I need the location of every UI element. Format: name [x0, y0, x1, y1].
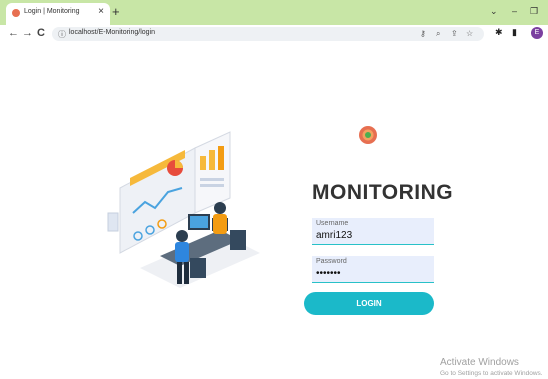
activate-windows-watermark: Activate Windows Go to Settings to activ… — [440, 357, 543, 377]
monitoring-illustration-icon — [107, 131, 260, 288]
tab-title: Login | Monitoring — [24, 8, 80, 15]
page-title: MONITORING — [312, 181, 454, 204]
app-logo-icon — [359, 126, 377, 144]
info-icon: ⓘ — [58, 30, 66, 39]
nav-bar: ← → C ⓘ localhost/E-Monitoring/login ⚷ ⌕… — [0, 25, 548, 43]
password-field[interactable]: Password ••••••• — [312, 256, 434, 283]
bookmark-star-icon[interactable]: ☆ — [466, 29, 473, 38]
minimize-button[interactable]: – — [512, 6, 517, 16]
url-text[interactable]: localhost/E-Monitoring/login — [69, 29, 155, 36]
favicon-icon — [12, 9, 20, 17]
watermark-subtitle: Go to Settings to activate Windows. — [440, 370, 543, 377]
forward-button[interactable]: → — [22, 27, 33, 39]
profile-avatar[interactable]: E — [531, 27, 543, 39]
zoom-icon[interactable]: ⌕ — [436, 29, 440, 39]
tab-search-icon[interactable]: ⌄ — [490, 6, 498, 17]
tab-login[interactable]: Login | Monitoring × — [6, 3, 110, 25]
back-button[interactable]: ← — [8, 27, 19, 39]
password-input[interactable]: ••••••• — [316, 268, 341, 279]
address-bar[interactable]: ⓘ localhost/E-Monitoring/login ⚷ ⌕ ⇪ ☆ — [52, 27, 484, 41]
new-tab-button[interactable]: + — [112, 4, 120, 19]
password-label: Password — [316, 258, 347, 265]
watermark-title: Activate Windows — [440, 357, 519, 368]
share-icon[interactable]: ⇪ — [451, 29, 458, 38]
username-input[interactable]: amri123 — [316, 230, 352, 241]
login-button[interactable]: LOGIN — [304, 292, 434, 315]
restore-button[interactable]: ❐ — [530, 6, 538, 17]
username-label: Username — [316, 220, 349, 227]
username-field[interactable]: Username amri123 — [312, 218, 434, 245]
reload-button[interactable]: C — [37, 27, 45, 39]
extensions-icon[interactable]: ✱ — [495, 27, 503, 38]
side-panel-icon[interactable]: ▮ — [512, 27, 517, 38]
key-icon[interactable]: ⚷ — [420, 29, 426, 38]
tab-strip: Login | Monitoring × + ⌄ – ❐ — [0, 0, 548, 25]
page-content: MONITORING Username amri123 Password •••… — [0, 43, 548, 379]
tab-close-icon[interactable]: × — [98, 6, 104, 17]
